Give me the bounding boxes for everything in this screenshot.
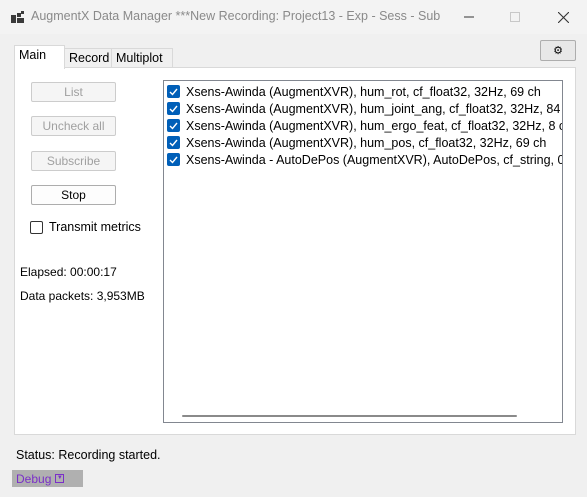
app-icon <box>11 11 24 23</box>
data-packets: Data packets: 3,953MB <box>20 289 145 303</box>
checkbox-checked-icon[interactable] <box>167 119 180 132</box>
stream-label: Xsens-Awinda (AugmentXVR), hum_ergo_feat… <box>186 118 563 133</box>
checkbox-checked-icon[interactable] <box>167 102 180 115</box>
horizontal-scrollbar[interactable] <box>164 410 562 422</box>
stream-label: Xsens-Awinda (AugmentXVR), hum_pos, cf_f… <box>186 135 547 150</box>
transmit-metrics-checkbox[interactable]: Transmit metrics <box>30 220 141 234</box>
tab-main[interactable]: Main <box>14 45 65 69</box>
stream-item[interactable]: Xsens-Awinda (AugmentXVR), hum_rot, cf_f… <box>167 83 541 100</box>
stream-item[interactable]: Xsens-Awinda - AutoDePos (AugmentXVR), A… <box>167 151 562 168</box>
close-icon <box>557 11 569 23</box>
maximize-icon <box>510 12 520 22</box>
maximize-button[interactable] <box>492 0 538 34</box>
checkbox-checked-icon[interactable] <box>167 85 180 98</box>
stream-label: Xsens-Awinda (AugmentXVR), hum_rot, cf_f… <box>186 84 541 99</box>
expand-icon: ▼ <box>55 474 65 483</box>
minimize-icon <box>464 16 474 18</box>
uncheck-all-button[interactable]: Uncheck all <box>31 116 116 136</box>
status-text: Status: Recording started. <box>16 448 161 462</box>
debug-label: Debug <box>16 471 52 486</box>
minimize-button[interactable] <box>446 0 492 34</box>
stream-label: Xsens-Awinda (AugmentXVR), hum_joint_ang… <box>186 101 563 116</box>
title-bar: AugmentX Data Manager ***New Recording: … <box>0 0 587 34</box>
checkbox-checked-icon[interactable] <box>167 136 180 149</box>
stop-button[interactable]: Stop <box>31 185 116 205</box>
gear-icon: ⚙ <box>553 45 563 57</box>
stream-item[interactable]: Xsens-Awinda (AugmentXVR), hum_joint_ang… <box>167 100 563 117</box>
elapsed-time: Elapsed: 00:00:17 <box>20 265 117 279</box>
checkbox-box[interactable] <box>30 220 43 234</box>
stream-item[interactable]: Xsens-Awinda (AugmentXVR), hum_ergo_feat… <box>167 117 563 134</box>
tab-multiplot[interactable]: Multiplot <box>111 48 173 68</box>
stream-list[interactable]: Xsens-Awinda (AugmentXVR), hum_rot, cf_f… <box>163 80 563 423</box>
debug-toggle[interactable]: Debug ▼ <box>12 470 83 487</box>
list-button[interactable]: List <box>31 82 116 102</box>
checkbox-checked-icon[interactable] <box>167 153 180 166</box>
window-title: AugmentX Data Manager ***New Recording: … <box>31 9 441 23</box>
settings-button[interactable]: ⚙ <box>540 40 576 61</box>
transmit-metrics-label: Transmit metrics <box>49 220 141 234</box>
scrollbar-thumb[interactable] <box>182 415 517 417</box>
stream-label: Xsens-Awinda - AutoDePos (AugmentXVR), A… <box>186 152 562 167</box>
stream-item[interactable]: Xsens-Awinda (AugmentXVR), hum_pos, cf_f… <box>167 134 546 151</box>
subscribe-button[interactable]: Subscribe <box>31 151 116 171</box>
close-button[interactable] <box>540 0 586 34</box>
tab-record[interactable]: Record <box>64 48 112 68</box>
main-tab-panel: List Uncheck all Subscribe Stop Transmit… <box>14 67 576 435</box>
